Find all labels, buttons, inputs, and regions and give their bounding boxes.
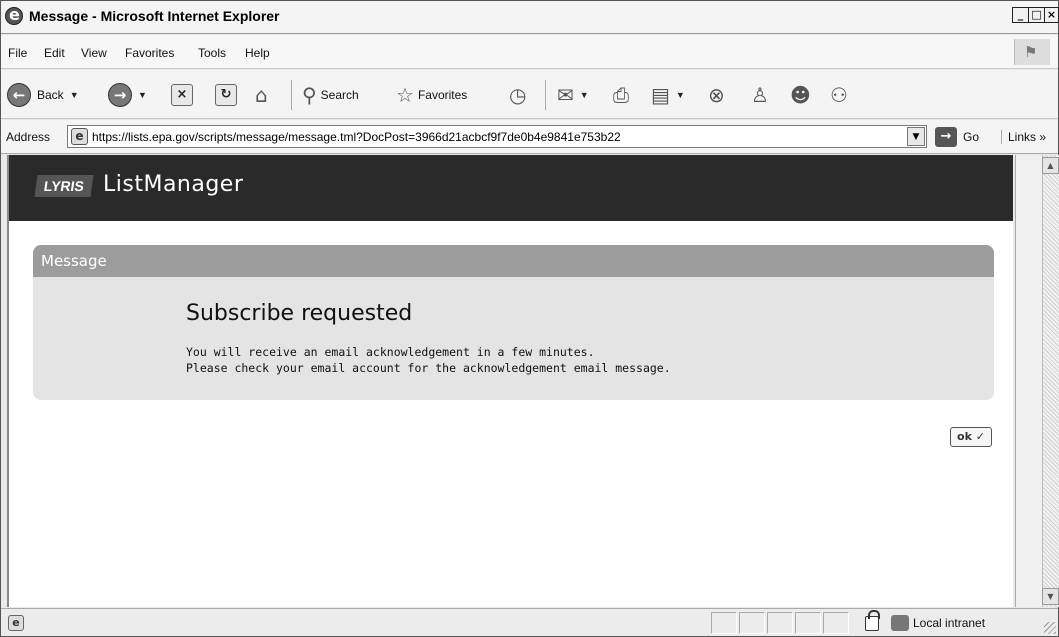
page-icon: e <box>71 128 88 145</box>
forward-button[interactable]: → ▼ <box>108 82 147 108</box>
home-icon: ⌂ <box>255 83 268 107</box>
edit-icon: ▤ <box>651 83 670 107</box>
address-dropdown-icon[interactable]: ▼ <box>907 127 925 146</box>
status-cell <box>711 612 737 634</box>
status-bar: e Local intranet <box>1 608 1058 636</box>
status-cell <box>795 612 821 634</box>
menu-edit[interactable]: Edit <box>44 46 65 60</box>
print-icon: ⎙ <box>613 83 629 107</box>
people-button[interactable]: ⚇ <box>830 82 848 108</box>
message-line: You will receive an email acknowledgemen… <box>186 345 595 359</box>
address-label: Address <box>6 130 51 144</box>
security-zone: Local intranet <box>865 609 986 634</box>
ok-button[interactable]: ok ✓ <box>950 427 992 447</box>
menu-bar: File Edit View Favorites Tools Help ⚑ <box>1 35 1058 69</box>
message-line: Please check your email account for the … <box>186 361 671 375</box>
stop-button[interactable]: × <box>171 82 193 108</box>
back-label: Back <box>37 88 64 102</box>
status-cell <box>823 612 849 634</box>
links-button[interactable]: Links » <box>1001 130 1046 144</box>
menu-view[interactable]: View <box>81 46 107 60</box>
links-label: Links <box>1008 130 1037 144</box>
back-dropdown-icon[interactable]: ▼ <box>70 90 79 100</box>
scroll-down-icon[interactable]: ▼ <box>1042 588 1059 605</box>
search-button[interactable]: ⚲ Search <box>302 82 359 108</box>
favorites-button[interactable]: ☆ Favorites <box>396 82 467 108</box>
window-title: Message - Microsoft Internet Explorer <box>29 8 280 24</box>
title-bar: Message - Microsoft Internet Explorer _ … <box>1 1 1059 34</box>
mail-dropdown-icon[interactable]: ▼ <box>580 90 589 100</box>
close-button[interactable]: × <box>1044 7 1059 23</box>
edit-dropdown-icon[interactable]: ▼ <box>676 90 685 100</box>
messenger-button[interactable]: ⊗ <box>708 82 725 108</box>
forward-icon: → <box>108 83 132 107</box>
status-page-icon: e <box>8 615 24 631</box>
history-icon: ◷ <box>509 83 527 107</box>
favorites-label: Favorites <box>417 88 468 102</box>
links-chevron-icon: » <box>1039 130 1047 144</box>
status-cell <box>767 612 793 634</box>
panel-header-label: Message <box>41 252 107 270</box>
search-icon: ⚲ <box>302 83 317 107</box>
intranet-icon <box>891 615 909 631</box>
scroll-track[interactable] <box>1042 155 1059 607</box>
toolbar-separator <box>545 80 546 110</box>
status-cell <box>739 612 765 634</box>
panel-header: Message <box>33 245 994 277</box>
edit-button[interactable]: ▤ ▼ <box>651 82 685 108</box>
minimize-button[interactable]: _ <box>1012 7 1029 23</box>
messenger-icon: ⊗ <box>708 83 725 107</box>
people-icon: ⚇ <box>830 83 848 107</box>
mail-button[interactable]: ✉ ▼ <box>557 82 589 108</box>
scroll-up-icon[interactable]: ▲ <box>1042 157 1059 174</box>
home-button[interactable]: ⌂ <box>255 82 268 108</box>
windows-flag-icon: ⚑ <box>1014 39 1050 65</box>
menu-help[interactable]: Help <box>245 46 270 60</box>
menu-favorites[interactable]: Favorites <box>125 46 174 60</box>
menu-tools[interactable]: Tools <box>198 46 226 60</box>
message-title: Subscribe requested <box>186 301 413 326</box>
refresh-icon: ↻ <box>215 84 237 106</box>
yahoo-button[interactable]: ☻ <box>790 82 811 108</box>
favorites-star-icon: ☆ <box>396 83 414 107</box>
refresh-button[interactable]: ↻ <box>215 82 237 108</box>
lock-icon <box>865 609 880 631</box>
search-label: Search <box>320 88 359 102</box>
toolbar: ← Back ▼ → ▼ × ↻ ⌂ ⚲ Search ☆ Favorites … <box>1 70 1058 119</box>
person-icon: ♙ <box>751 83 769 107</box>
lyris-header: LYRIS ListManager <box>9 155 1013 221</box>
go-arrow-icon: → <box>935 127 957 147</box>
page-viewport: LYRIS ListManager Message Subscribe requ… <box>7 155 1013 607</box>
go-label: Go <box>963 130 980 144</box>
mail-icon: ✉ <box>557 83 574 107</box>
maximize-button[interactable]: □ <box>1028 7 1045 23</box>
go-button[interactable]: → Go <box>935 125 979 149</box>
resize-grip-icon[interactable] <box>1044 622 1056 634</box>
vertical-scrollbar[interactable]: ▲ ▼ <box>1015 155 1059 607</box>
address-input[interactable]: e https://lists.epa.gov/scripts/message/… <box>67 125 927 148</box>
print-button[interactable]: ⎙ <box>613 82 629 108</box>
person-button[interactable]: ♙ <box>751 82 769 108</box>
yahoo-icon: ☻ <box>790 83 811 107</box>
back-icon: ← <box>7 83 31 107</box>
app-name: ListManager <box>103 172 244 197</box>
toolbar-separator <box>291 80 292 110</box>
message-panel: Message Subscribe requested You will rec… <box>33 245 994 400</box>
zone-label: Local intranet <box>913 616 986 630</box>
address-bar: Address e https://lists.epa.gov/scripts/… <box>1 120 1058 154</box>
ie-app-icon <box>5 5 23 25</box>
stop-icon: × <box>171 84 193 106</box>
menu-file[interactable]: File <box>8 46 27 60</box>
lyris-logo: LYRIS <box>34 175 94 197</box>
back-button[interactable]: ← Back ▼ <box>7 82 79 108</box>
forward-dropdown-icon[interactable]: ▼ <box>138 90 147 100</box>
browser-window: Message - Microsoft Internet Explorer _ … <box>0 0 1059 637</box>
history-button[interactable]: ◷ <box>509 82 526 108</box>
address-url[interactable]: https://lists.epa.gov/scripts/message/me… <box>92 130 621 144</box>
